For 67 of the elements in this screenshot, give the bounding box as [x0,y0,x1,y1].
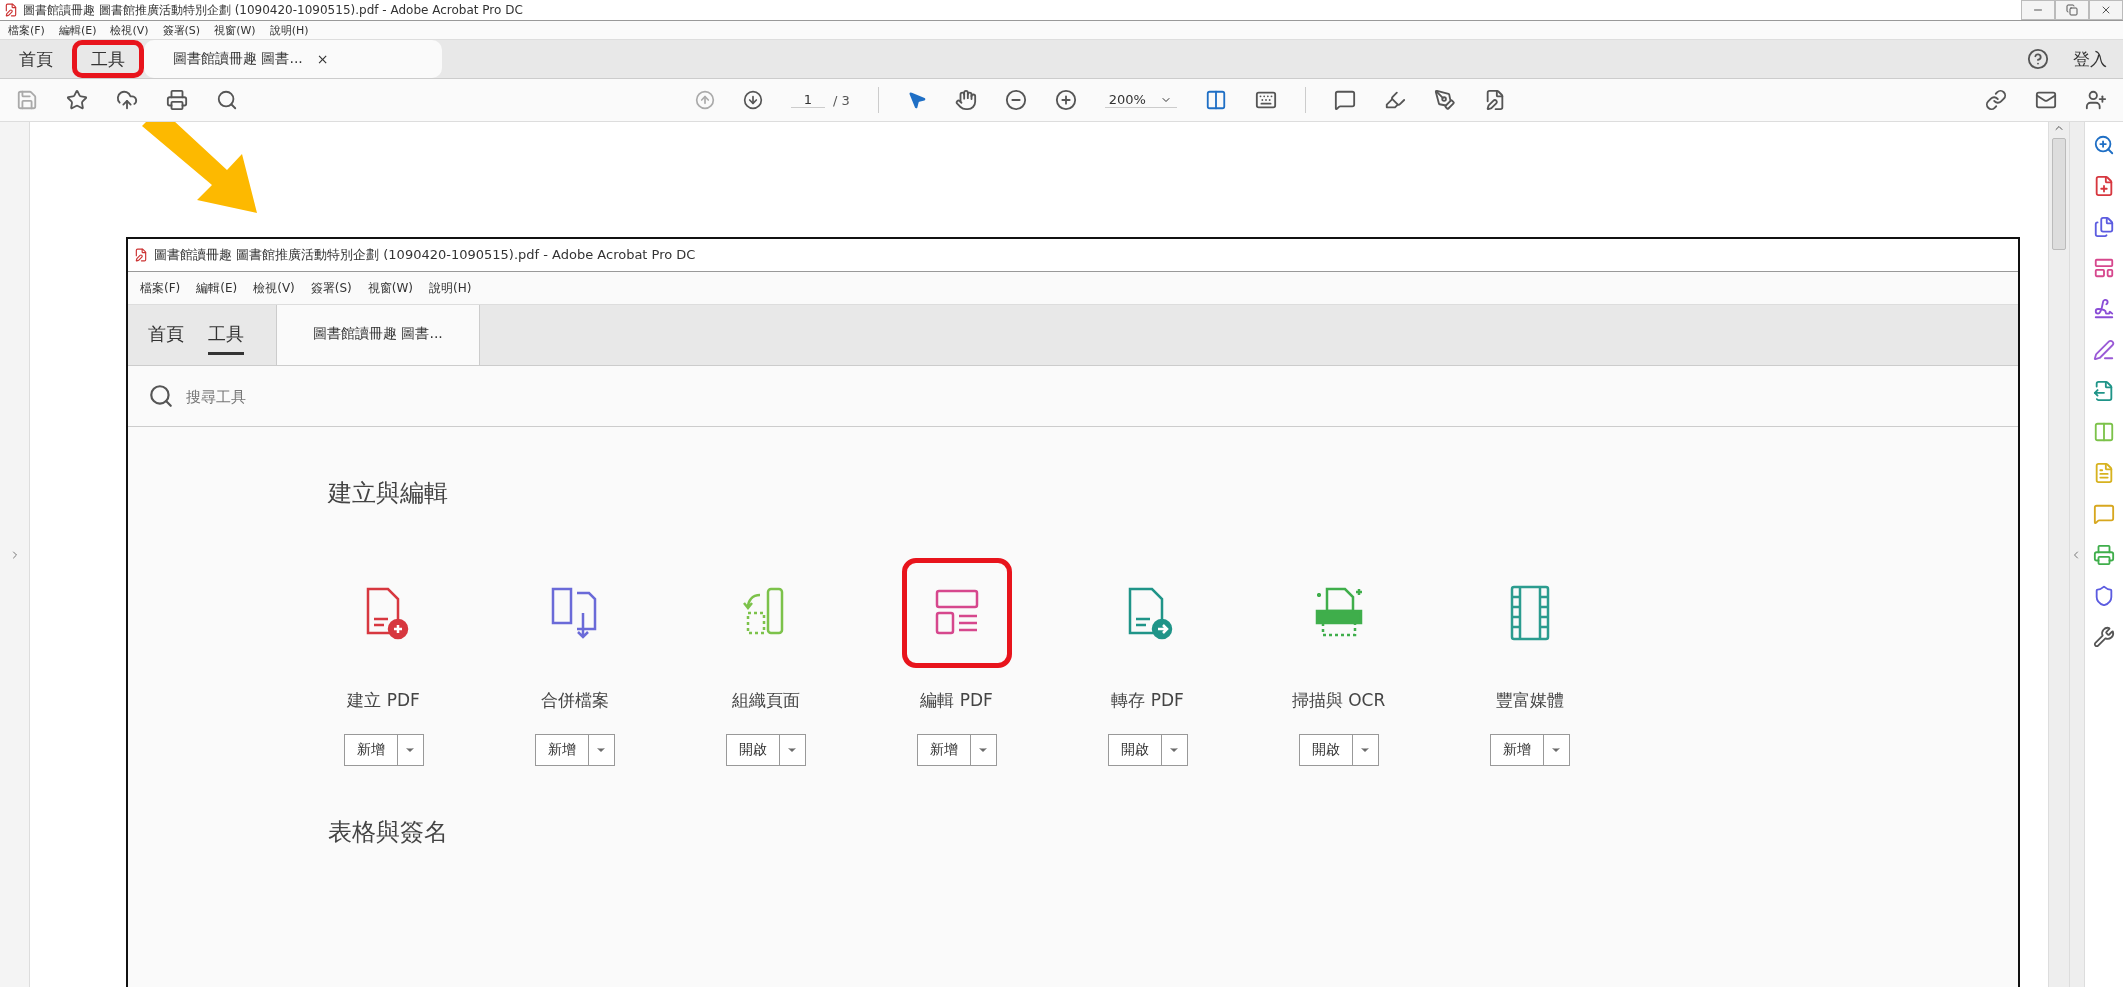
previous-page-icon[interactable] [695,90,715,110]
tool-label: 轉存 PDF [1111,689,1184,712]
comment-icon[interactable] [1333,89,1356,111]
layout-icon[interactable] [2093,257,2115,279]
help-icon[interactable] [2027,48,2049,70]
tool-label: 豐富媒體 [1495,689,1564,712]
cloud-upload-icon[interactable] [116,89,138,111]
zoom-out-icon[interactable] [1004,89,1027,111]
scroll-thumb[interactable] [2052,138,2066,250]
save-icon[interactable] [16,89,38,111]
hand-icon[interactable] [954,89,977,111]
tab-label: 工具 [208,315,244,355]
section-heading: 表格與簽名 [328,817,449,848]
tab-label: 首頁 [148,321,184,346]
zoom-dropdown[interactable]: 200% [1104,92,1177,108]
pen-icon[interactable] [1433,89,1456,111]
link-icon[interactable] [1985,89,2007,111]
next-page-icon[interactable] [743,90,763,110]
menu-item[interactable]: 視窗(W) [214,22,256,38]
wrench-icon[interactable] [2093,626,2115,648]
add-user-icon[interactable] [2085,89,2107,111]
zoom-in-icon[interactable] [1054,89,1077,111]
menu-item[interactable]: 檔案(F) [8,22,45,38]
scrollbar[interactable] [2048,122,2069,987]
tool-label: 編輯 PDF [920,689,993,712]
mail-icon[interactable] [2035,89,2057,111]
printer-icon[interactable] [166,89,188,111]
shield-icon[interactable] [2093,585,2115,607]
menu-item[interactable]: 編輯(E) [58,22,97,38]
pen-icon[interactable] [2093,339,2115,361]
restore-icon [2066,4,2078,16]
pdf-icon [134,248,148,262]
zoom-icon[interactable] [2093,134,2115,156]
pointer-icon[interactable] [906,90,927,110]
keyboard-icon[interactable] [1254,89,1277,111]
file-plus-icon[interactable] [2093,175,2115,197]
tool-label: 建立 PDF [347,689,420,712]
pane-toggle[interactable] [2069,122,2084,987]
search-icon [148,383,174,409]
search-icon[interactable] [216,89,238,111]
signature-icon[interactable] [2093,298,2115,320]
menu-item[interactable]: 簽署(S) [162,22,201,38]
page-number-field[interactable]: 1 [791,92,825,108]
sign-in-link[interactable]: 登入 [2073,47,2107,71]
files-icon[interactable] [2093,216,2115,238]
file-export-icon[interactable] [2093,380,2115,402]
highlighter-icon[interactable] [1383,89,1406,111]
menu-item[interactable]: 檢視(V) [110,22,149,38]
pdf-icon [4,3,18,17]
maximize-button[interactable] [2055,0,2089,20]
section-heading: 建立與編輯 [328,478,449,509]
menu-item[interactable]: 說明(H) [269,22,309,38]
tool-label: 合併檔案 [540,689,609,712]
window-title: 圖書館讀冊趣 圖書館推廣活動特別企劃 (1090420-1090515).pdf - Adobe Acrobat Pro DC [23,1,523,19]
window-title: 圖書館讀冊趣 圖書館推廣活動特別企劃 (1090420-1090515).pdf - Adobe Acrobat Pro DC [154,246,696,264]
close-icon [2100,4,2112,16]
tab[interactable]: 工具 [72,40,144,78]
close-tab-button[interactable]: × [316,51,329,67]
star-icon[interactable] [66,89,88,111]
tab[interactable]: 圖書館讀冊趣 圖書... × [144,40,442,78]
tab-label: 圖書館讀冊趣 圖書... [313,323,443,343]
fit-page-icon[interactable] [1204,89,1227,111]
tool-icon-frame[interactable] [901,558,1012,668]
page-count: / 3 [833,92,850,108]
tool-label: 組織頁面 [731,689,800,712]
tool-label: 掃描與 OCR [1291,689,1386,712]
search-field[interactable]: 搜尋工具 [184,386,488,406]
